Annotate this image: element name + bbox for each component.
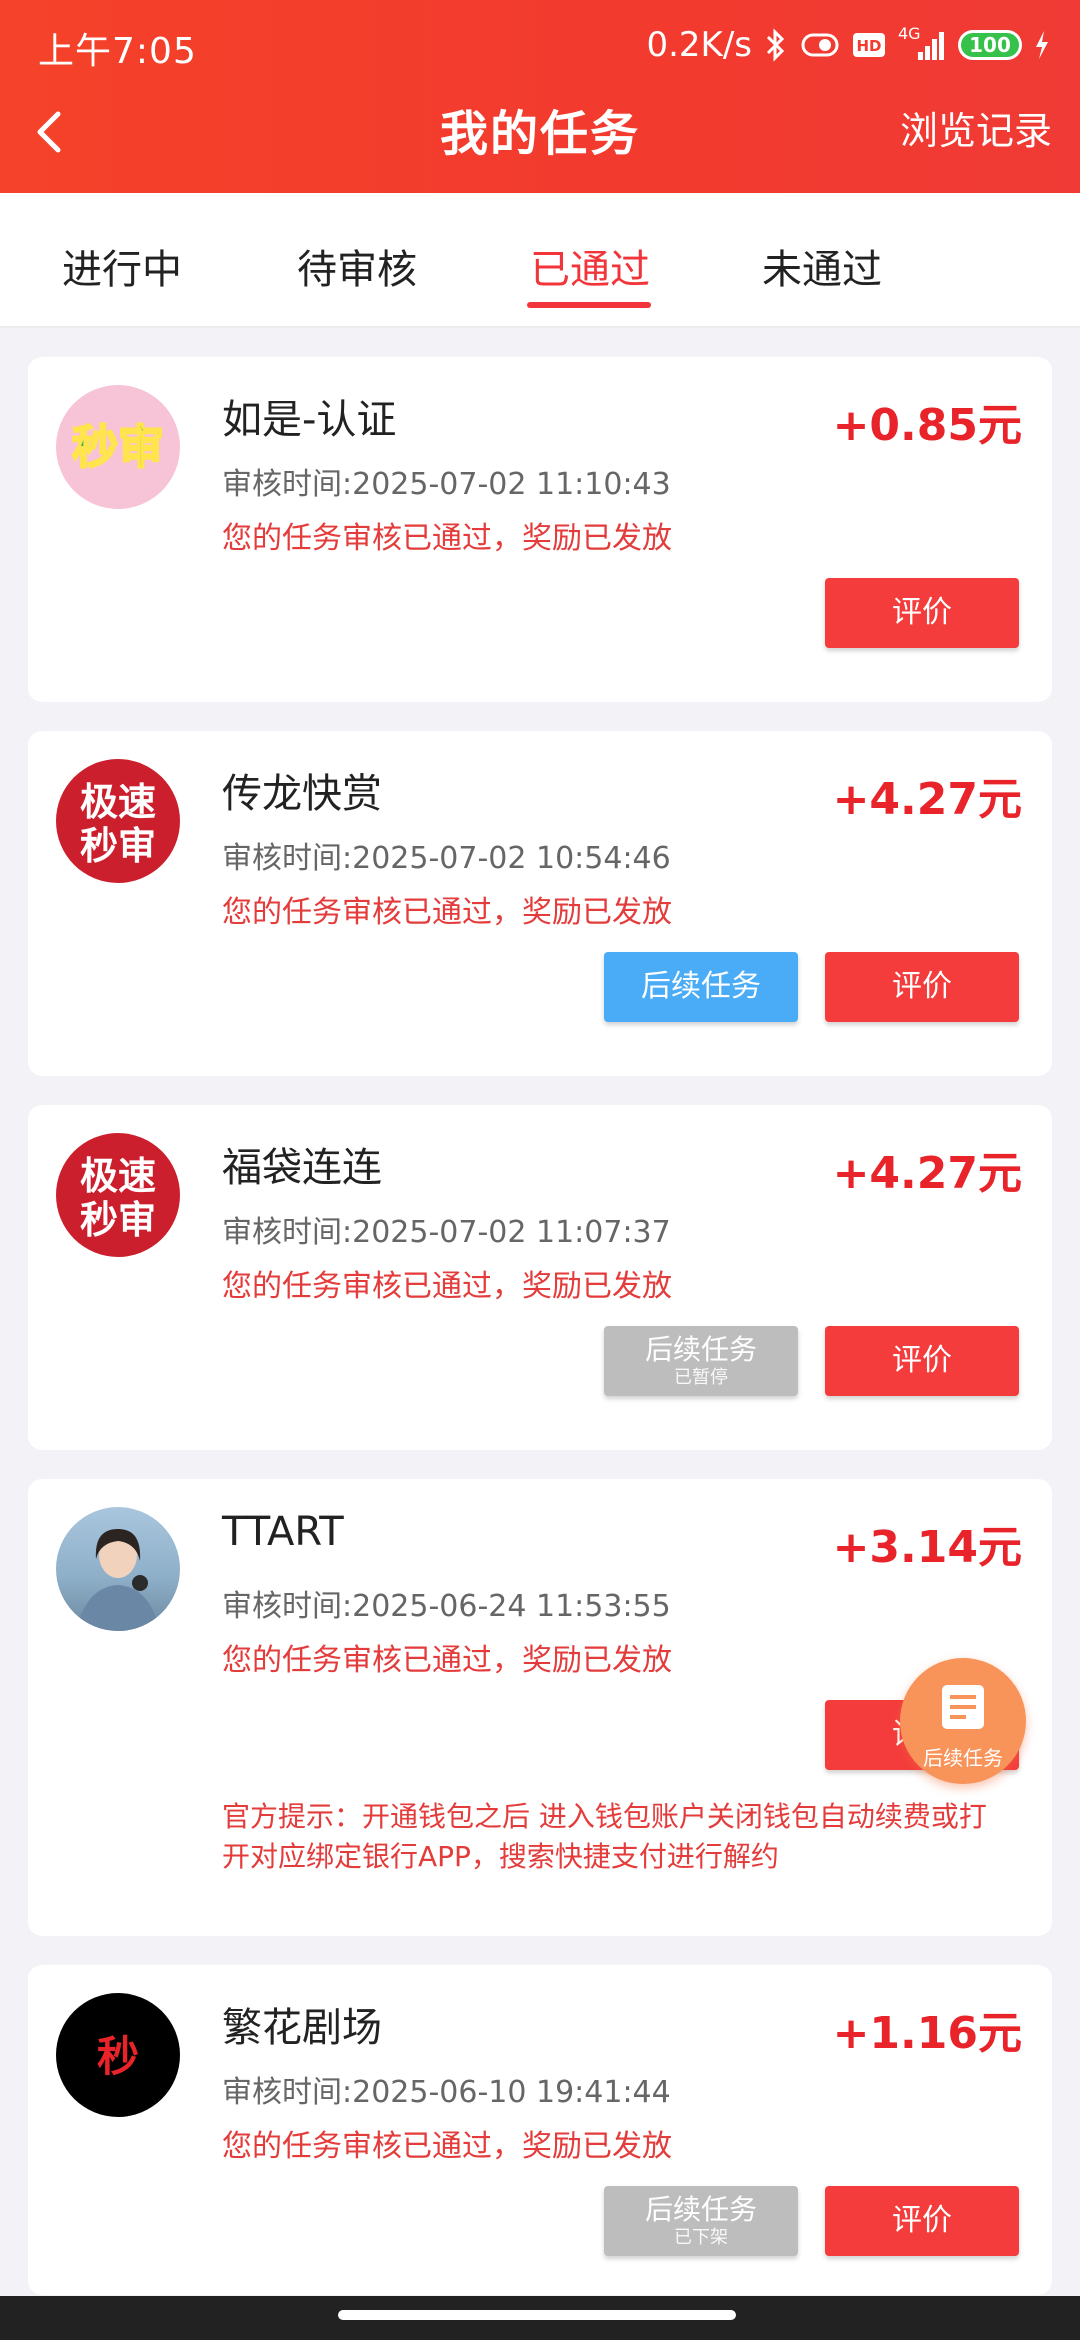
system-nav-bar — [0, 2296, 1080, 2340]
task-avatar: 秒 — [56, 1993, 180, 2117]
tab-rejected[interactable]: 未通过 — [762, 237, 882, 295]
status-icons: 0.2K/s HD 4G 100 — [646, 20, 1050, 70]
list-icon — [942, 1685, 984, 1729]
follow-up-task-button[interactable]: 后续任务 已下架 — [604, 2186, 798, 2256]
task-name: 繁花剧场 — [222, 2005, 382, 2051]
floating-follow-up-button[interactable]: 后续任务 — [900, 1658, 1026, 1784]
battery-icon: 100 — [958, 30, 1022, 60]
task-name: 传龙快赏 — [222, 771, 382, 817]
follow-up-sublabel: 已下架 — [674, 2227, 728, 2248]
follow-up-label: 后续任务 — [644, 2193, 757, 2226]
status-message: 您的任务审核已通过，奖励已发放 — [222, 895, 672, 930]
review-time: 审核时间:2025-06-24 11:53:55 — [222, 1589, 671, 1624]
vibrate-icon — [801, 33, 839, 57]
svg-text:秒审: 秒审 — [72, 420, 164, 474]
task-avatar: 极速 秒审 — [56, 1133, 180, 1257]
task-card[interactable]: 秒审 如是-认证 +0.85元 审核时间:2025-07-02 11:10:43… — [28, 357, 1052, 702]
rate-button[interactable]: 评价 — [825, 1326, 1019, 1396]
task-avatar: 极速 秒审 — [56, 759, 180, 883]
svg-text:秒: 秒 — [97, 2032, 139, 2081]
home-indicator[interactable] — [338, 2310, 736, 2320]
floating-button-label: 后续任务 — [923, 1746, 1003, 1770]
status-message: 您的任务审核已通过，奖励已发放 — [222, 521, 672, 556]
status-message: 您的任务审核已通过，奖励已发放 — [222, 1643, 672, 1678]
follow-up-sublabel: 已暂停 — [674, 1367, 728, 1388]
follow-up-task-button[interactable]: 后续任务 已暂停 — [604, 1326, 798, 1396]
reward-amount: +1.16元 — [832, 2008, 1022, 2059]
hd-icon: HD — [853, 33, 885, 57]
reward-amount: +0.85元 — [832, 400, 1022, 451]
review-time: 审核时间:2025-07-02 11:10:43 — [222, 467, 671, 502]
follow-up-label: 后续任务 — [644, 1333, 757, 1366]
status-message: 您的任务审核已通过，奖励已发放 — [222, 1269, 672, 1304]
rate-button[interactable]: 评价 — [825, 578, 1019, 648]
task-card[interactable]: 秒 繁花剧场 +1.16元 审核时间:2025-06-10 19:41:44 您… — [28, 1965, 1052, 2295]
task-card[interactable]: TTART +3.14元 审核时间:2025-06-24 11:53:55 您的… — [28, 1479, 1052, 1936]
svg-text:极速: 极速 — [80, 780, 156, 824]
review-time: 审核时间:2025-07-02 10:54:46 — [222, 841, 671, 876]
task-name: 如是-认证 — [222, 397, 397, 443]
bluetooth-icon — [766, 28, 785, 62]
status-time: 上午7:05 — [38, 31, 197, 72]
svg-text:极速: 极速 — [80, 1154, 156, 1198]
tab-pending-review[interactable]: 待审核 — [297, 237, 417, 295]
task-avatar-photo — [56, 1507, 180, 1631]
rate-button-label: 评价 — [892, 1343, 952, 1378]
svg-text:秒审: 秒审 — [80, 1198, 156, 1242]
task-name: 福袋连连 — [222, 1145, 382, 1191]
task-card[interactable]: 极速 秒审 福袋连连 +4.27元 审核时间:2025-07-02 11:07:… — [28, 1105, 1052, 1450]
signal-icon: 4G — [898, 24, 946, 62]
task-card[interactable]: 极速 秒审 传龙快赏 +4.27元 审核时间:2025-07-02 10:54:… — [28, 731, 1052, 1076]
charging-icon — [1036, 31, 1048, 59]
top-header: 上午7:05 0.2K/s HD 4G 100 我的任务 浏览记录 — [0, 0, 1080, 193]
official-tip: 官方提示：开通钱包之后 进入钱包账户关闭钱包自动续费或打开对应绑定银行APP，搜… — [222, 1800, 987, 1873]
follow-up-label: 后续任务 — [641, 969, 761, 1004]
tab-approved[interactable]: 已通过 — [530, 237, 650, 295]
reward-amount: +3.14元 — [832, 1522, 1022, 1573]
tab-in-progress[interactable]: 进行中 — [62, 237, 182, 295]
review-time: 审核时间:2025-07-02 11:07:37 — [222, 1215, 671, 1250]
network-speed: 0.2K/s — [646, 25, 752, 65]
rate-button[interactable]: 评价 — [825, 952, 1019, 1022]
rate-button-label: 评价 — [892, 2203, 952, 2238]
rate-button[interactable]: 评价 — [825, 2186, 1019, 2256]
svg-text:秒审: 秒审 — [80, 824, 156, 868]
reward-amount: +4.27元 — [832, 774, 1022, 825]
active-tab-indicator — [527, 302, 651, 308]
task-name: TTART — [222, 1509, 344, 1555]
rate-button-label: 评价 — [892, 595, 952, 630]
status-message: 您的任务审核已通过，奖励已发放 — [222, 2129, 672, 2164]
follow-up-task-button[interactable]: 后续任务 — [604, 952, 798, 1022]
nav-bar: 我的任务 浏览记录 — [0, 92, 1080, 193]
reward-amount: +4.27元 — [832, 1148, 1022, 1199]
svg-text:HD: HD — [856, 37, 881, 55]
task-avatar: 秒审 — [56, 385, 180, 509]
history-link[interactable]: 浏览记录 — [900, 100, 1052, 155]
status-bar: 上午7:05 0.2K/s HD 4G 100 — [0, 0, 1080, 92]
review-time: 审核时间:2025-06-10 19:41:44 — [222, 2075, 671, 2110]
rate-button-label: 评价 — [892, 969, 952, 1004]
